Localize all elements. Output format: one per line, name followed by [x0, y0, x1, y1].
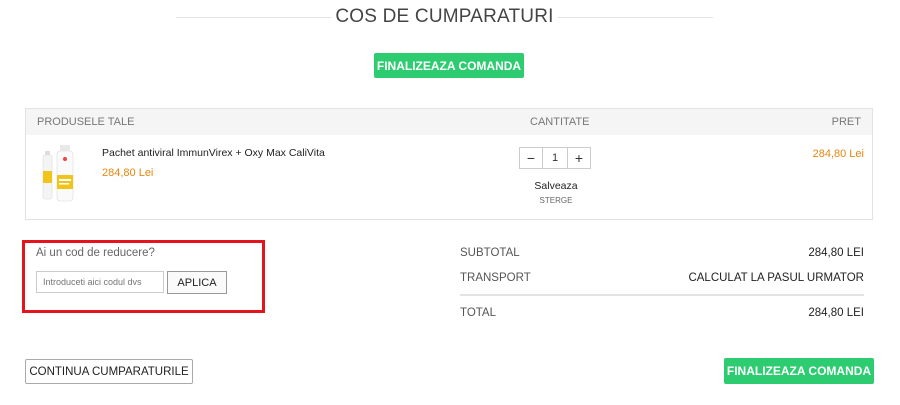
page-title: COS DE CUMPARATURI: [335, 6, 554, 27]
subtotal-row: SUBTOTAL 284,80 LEI: [460, 247, 864, 263]
checkout-button-top[interactable]: FINALIZEAZA COMANDA: [374, 53, 524, 78]
title-divider-right: [558, 17, 713, 18]
delete-link[interactable]: STERGE: [516, 196, 596, 205]
cart-table-header: PRODUSELE TALE CANTITATE PRET: [26, 109, 872, 135]
page-title-row: COS DE CUMPARATURI: [0, 6, 900, 30]
total-value: 284,80 LEI: [808, 307, 864, 319]
coupon-input[interactable]: [36, 271, 164, 293]
header-price: PRET: [831, 116, 861, 128]
total-label: TOTAL: [460, 307, 496, 319]
continue-shopping-button[interactable]: CONTINUA CUMPARATURILE: [25, 359, 193, 384]
quantity-stepper: − 1 +: [519, 147, 591, 169]
transport-row: TRANSPORT CALCULAT LA PASUL URMATOR: [460, 272, 864, 288]
apply-coupon-button[interactable]: APLICA: [167, 271, 227, 294]
header-quantity: CANTITATE: [530, 116, 590, 128]
save-link[interactable]: Salveaza: [516, 180, 596, 192]
product-unit-price: 284,80 Lei: [102, 167, 154, 179]
line-price: 284,80 Lei: [812, 148, 864, 160]
qty-value[interactable]: 1: [542, 148, 568, 168]
transport-label: TRANSPORT: [460, 272, 531, 284]
title-divider-left: [176, 17, 331, 18]
checkout-button-bottom[interactable]: FINALIZEAZA COMANDA: [724, 358, 874, 384]
product-image[interactable]: [42, 145, 86, 203]
qty-increase-button[interactable]: +: [568, 148, 590, 168]
subtotal-label: SUBTOTAL: [460, 247, 520, 259]
coupon-section: Ai un cod de reducere? APLICA: [22, 240, 265, 313]
coupon-label: Ai un cod de reducere?: [36, 247, 155, 259]
transport-value: CALCULAT LA PASUL URMATOR: [688, 272, 864, 284]
cart-table: PRODUSELE TALE CANTITATE PRET Pachet ant…: [25, 108, 873, 220]
qty-decrease-button[interactable]: −: [520, 148, 542, 168]
total-row: TOTAL 284,80 LEI: [460, 307, 864, 323]
header-products: PRODUSELE TALE: [37, 116, 135, 128]
product-name[interactable]: Pachet antiviral ImmunVirex + Oxy Max Ca…: [102, 147, 325, 159]
subtotal-value: 284,80 LEI: [808, 247, 864, 259]
totals-divider: [460, 294, 864, 296]
